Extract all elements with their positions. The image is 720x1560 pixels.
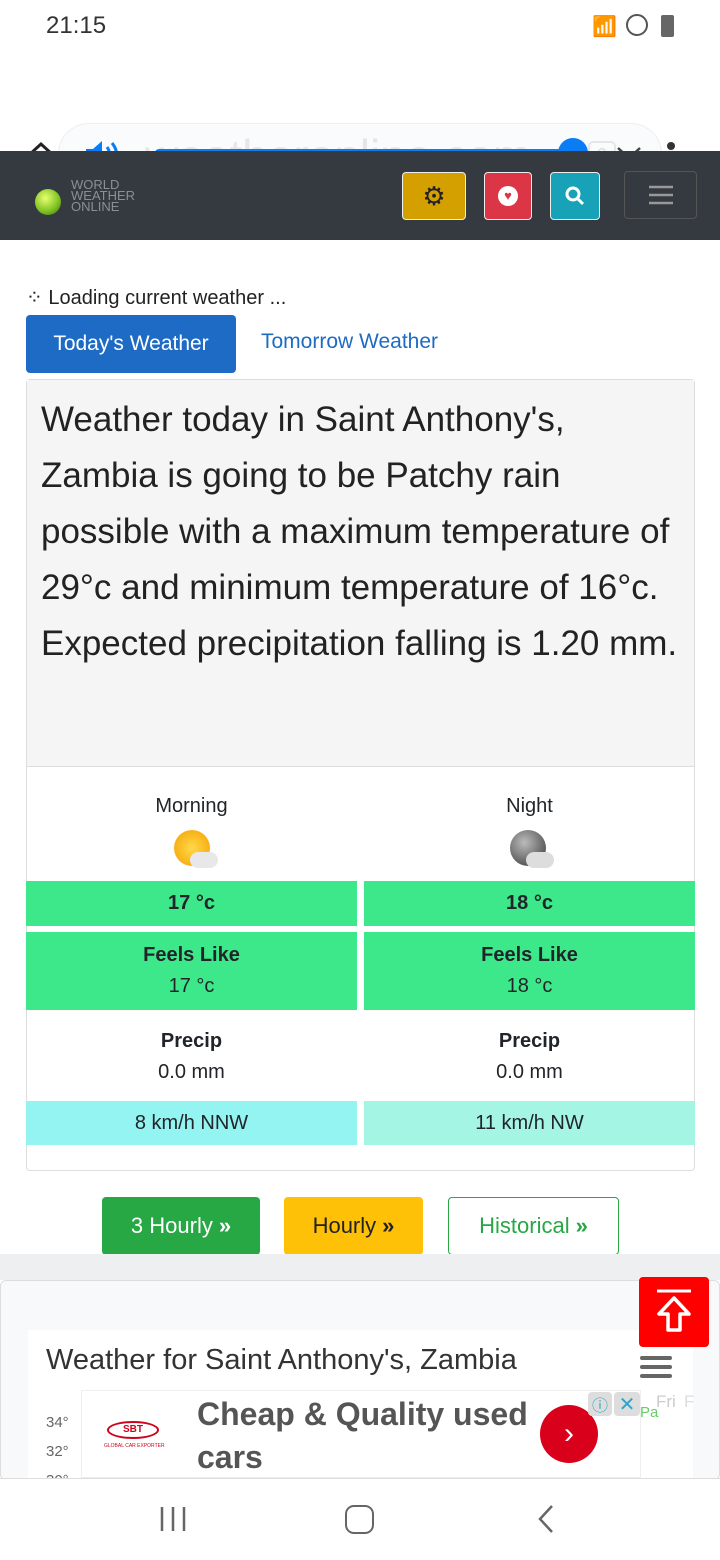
loading-status: ⁘ Loading current weather ... — [26, 285, 286, 310]
feels-like-label: Feels Like — [481, 944, 578, 966]
partly-sunny-icon — [172, 828, 218, 874]
chart-label: F — [684, 1392, 695, 1411]
search-button[interactable] — [550, 172, 600, 220]
clock: 21:15 — [46, 12, 107, 39]
wifi-icon: 📶 — [592, 16, 617, 38]
ad-logo: SBT — [107, 1421, 159, 1439]
feels-like-value: 18 °c — [506, 975, 553, 997]
site-logo[interactable] — [25, 171, 69, 215]
precip-label: Precip — [498, 1030, 561, 1052]
section-divider — [0, 1254, 720, 1280]
logo-text: WORLD WEATHER ONLINE — [71, 178, 135, 213]
gears-icon: ⚙ — [422, 180, 446, 211]
spinner-icon: ⁘ — [26, 287, 43, 309]
weather-summary: Weather today in Saint Anthony's, Zambia… — [27, 380, 694, 767]
morning-wind: 8 km/h NNW — [26, 1101, 357, 1145]
historical-button[interactable]: Historical» — [448, 1197, 619, 1255]
heart-icon: ♥ — [498, 186, 518, 206]
night-wind: 11 km/h NW — [364, 1101, 695, 1145]
night-feels-like: Feels Like 18 °c — [364, 932, 695, 1010]
ad-headline: Cheap & Quality used cars — [197, 1396, 528, 1475]
morning-feels-like: Feels Like 17 °c — [26, 932, 357, 1010]
ad-tagline: GLOBAL CAR EXPORTER — [104, 1443, 165, 1449]
feels-like-label: Feels Like — [143, 944, 240, 966]
tab-tomorrow-weather[interactable]: Tomorrow Weather — [261, 330, 438, 354]
hamburger-icon — [648, 185, 673, 205]
browser-toolbar: weatheronline.com 9 — [0, 55, 720, 185]
system-nav-bar — [0, 1478, 720, 1560]
cloudy-moon-icon — [508, 828, 554, 874]
y-tick: 34° — [46, 1414, 69, 1431]
back-icon[interactable] — [536, 1503, 556, 1535]
search-icon — [565, 186, 585, 206]
period-label: Morning — [155, 795, 228, 817]
y-tick: 32° — [46, 1443, 69, 1460]
ad-banner[interactable]: SBT GLOBAL CAR EXPORTER Cheap & Quality … — [81, 1390, 641, 1478]
button-label: 3 Hourly — [130, 1213, 213, 1238]
loading-text: Loading current weather ... — [48, 287, 287, 309]
arrow-up-icon — [657, 1289, 691, 1332]
home-nav-icon[interactable] — [345, 1505, 374, 1534]
recent-apps-icon[interactable] — [158, 1505, 188, 1533]
morning-precip: Precip 0.0 mm — [26, 1017, 357, 1097]
double-chevron-right-icon: » — [575, 1213, 588, 1238]
double-chevron-right-icon: » — [218, 1213, 232, 1238]
do-not-disturb-icon — [626, 14, 648, 36]
hourly-button[interactable]: Hourly» — [284, 1197, 423, 1255]
menu-toggle-button[interactable] — [624, 171, 697, 219]
night-precip: Precip 0.0 mm — [364, 1017, 695, 1097]
site-header: WORLD WEATHER ONLINE ⚙ ♥ — [0, 151, 720, 240]
3-hourly-button[interactable]: 3 Hourly» — [102, 1197, 260, 1255]
feels-like-value: 17 °c — [168, 975, 215, 997]
precip-value: 0.0 mm — [158, 1061, 225, 1083]
night-temp: 18 °c — [364, 881, 695, 926]
button-label: Hourly — [312, 1213, 377, 1238]
button-label: Historical — [479, 1213, 570, 1238]
ad-close-icon[interactable]: ✕ — [614, 1392, 640, 1416]
status-bar: 21:15 📶 — [0, 0, 720, 55]
favorites-button[interactable]: ♥ — [484, 172, 532, 220]
scroll-to-top-button[interactable] — [639, 1277, 709, 1347]
tab-todays-weather[interactable]: Today's Weather — [26, 315, 236, 373]
period-label: Night — [506, 795, 553, 817]
morning-temp: 17 °c — [26, 881, 357, 926]
precip-label: Precip — [160, 1030, 223, 1052]
chart-title: Weather for Saint Anthony's, Zambia — [46, 1344, 517, 1376]
ad-info-icon[interactable]: ⓘ — [588, 1392, 612, 1416]
precip-value: 0.0 mm — [496, 1061, 563, 1083]
double-chevron-right-icon: » — [382, 1213, 395, 1238]
chart-menu-icon[interactable] — [640, 1354, 672, 1380]
battery-icon — [661, 15, 674, 37]
settings-button[interactable]: ⚙ — [402, 172, 466, 220]
chart-label: Fri — [656, 1392, 676, 1411]
